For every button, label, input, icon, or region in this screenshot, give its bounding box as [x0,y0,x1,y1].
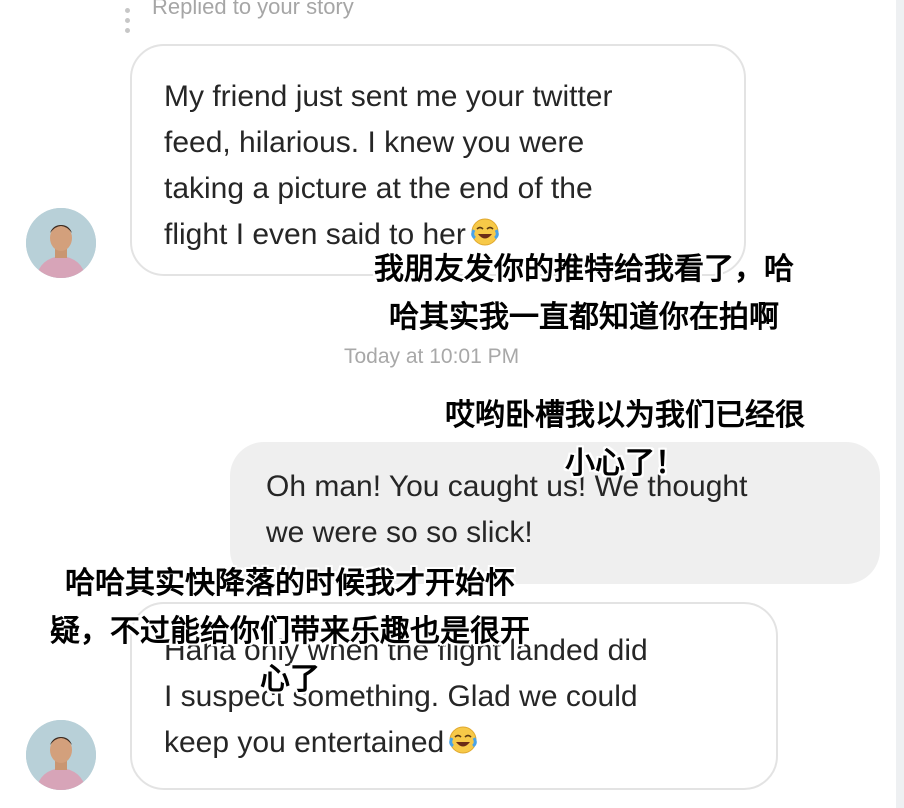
caption-line: 哈哈其实快降落的时候我才开始怀 [65,566,515,601]
incoming-message-bubble[interactable]: My friend just sent me your twitter feed… [130,44,746,276]
screen-edge [896,0,904,808]
person-avatar-icon [26,720,96,790]
face-with-tears-of-joy-emoji [449,726,477,754]
caption-line: 心了 [260,662,320,697]
translation-caption: 我朋友发你的推特给我看了，哈 哈其实我一直都知道你在拍啊 [304,246,864,342]
message-line: feed, hilarious. I knew you were [164,126,585,159]
contact-avatar[interactable] [26,720,96,790]
translation-caption: 哈哈其实快降落的时候我才开始怀 疑，不过能给你们带来乐趣也是很开 心了 [10,560,570,704]
caption-line: 我朋友发你的推特给我看了，哈 [374,252,794,287]
translation-caption: 哎哟卧槽我以为我们已经很 小心了！ [400,392,850,488]
caption-line: 疑，不过能给你们带来乐趣也是很开 [50,614,530,649]
message-thread: Replied to your story My friend just sen… [0,0,904,808]
story-reply-label: Replied to your story [152,0,354,19]
face-with-tears-of-joy-emoji [471,218,499,246]
caption-line: 哎哟卧槽我以为我们已经很 [445,398,805,433]
message-line: My friend just sent me your twitter [164,80,613,113]
message-line: taking a picture at the end of the [164,172,593,205]
contact-avatar[interactable] [26,208,96,278]
message-line: we were so so slick! [266,516,533,549]
caption-line: 小心了！ [565,446,685,481]
story-reply-indicator [122,0,132,40]
caption-line: 哈其实我一直都知道你在拍啊 [389,300,779,335]
message-timestamp: Today at 10:01 PM [344,345,520,368]
message-line: keep you entertained [164,720,746,766]
person-avatar-icon [26,208,96,278]
